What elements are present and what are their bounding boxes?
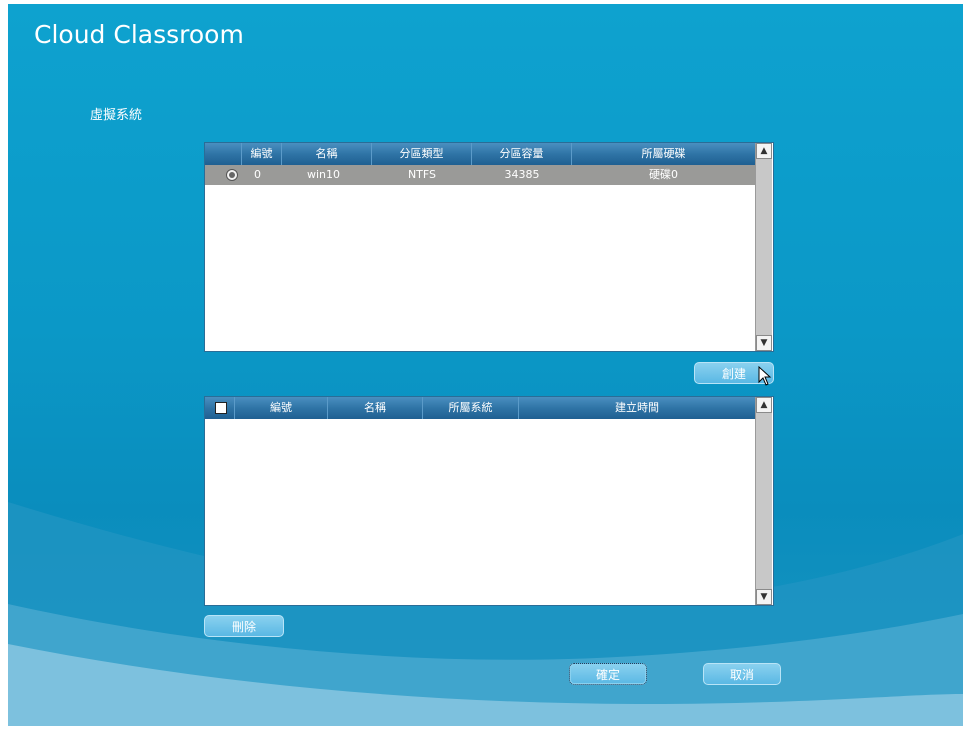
ok-button[interactable]: 確定 — [569, 663, 647, 685]
row-partition-type: NTFS — [407, 168, 437, 181]
cancel-button[interactable]: 取消 — [703, 663, 781, 685]
header-partition-capacity: 分區容量 — [472, 143, 572, 165]
chevron-down-icon[interactable]: ▼ — [756, 589, 772, 605]
header-system: 所屬系統 — [423, 397, 519, 419]
header-partition-type: 分區類型 — [372, 143, 472, 165]
row-radio-button[interactable] — [226, 169, 238, 181]
systems-table-header: 編號 名稱 分區類型 分區容量 所屬硬碟 — [205, 143, 755, 165]
chevron-up-icon[interactable]: ▲ — [756, 143, 772, 159]
header-name: 名稱 — [282, 143, 372, 165]
systems-table: 編號 名稱 分區類型 分區容量 所屬硬碟 0 win10 NTFS 34385 … — [204, 142, 774, 352]
header-created-time: 建立時間 — [615, 401, 659, 414]
app-background: Cloud Classroom 虛擬系統 編號 名稱 分區類型 分區容量 所屬硬… — [8, 4, 963, 726]
snapshots-table: 編號 名稱 所屬系統 建立時間 ▲ ▼ — [204, 396, 774, 606]
delete-button[interactable]: 刪除 — [204, 615, 284, 637]
header-disk: 所屬硬碟 — [641, 147, 686, 160]
app-title: Cloud Classroom — [34, 20, 244, 49]
header-select-column — [205, 143, 242, 165]
table-row[interactable]: 0 win10 NTFS 34385 硬碟0 — [205, 165, 755, 185]
row-partition-capacity: 34385 — [504, 168, 540, 181]
header-id: 編號 — [242, 143, 282, 165]
row-disk: 硬碟0 — [649, 168, 678, 181]
header-select-all[interactable] — [205, 397, 235, 419]
screen: Cloud Classroom 虛擬系統 編號 名稱 分區類型 分區容量 所屬硬… — [0, 0, 971, 731]
mouse-pointer-icon — [758, 366, 772, 386]
snapshots-table-header: 編號 名稱 所屬系統 建立時間 — [205, 397, 755, 419]
snapshots-table-scrollbar[interactable]: ▲ ▼ — [755, 397, 772, 605]
header-id: 編號 — [235, 397, 328, 419]
background-waves — [8, 502, 963, 726]
chevron-down-icon[interactable]: ▼ — [756, 335, 772, 351]
systems-table-scrollbar[interactable]: ▲ ▼ — [755, 143, 772, 351]
chevron-up-icon[interactable]: ▲ — [756, 397, 772, 413]
section-title: 虛擬系統 — [90, 108, 143, 123]
header-name: 名稱 — [328, 397, 423, 419]
select-all-checkbox[interactable] — [215, 402, 227, 414]
